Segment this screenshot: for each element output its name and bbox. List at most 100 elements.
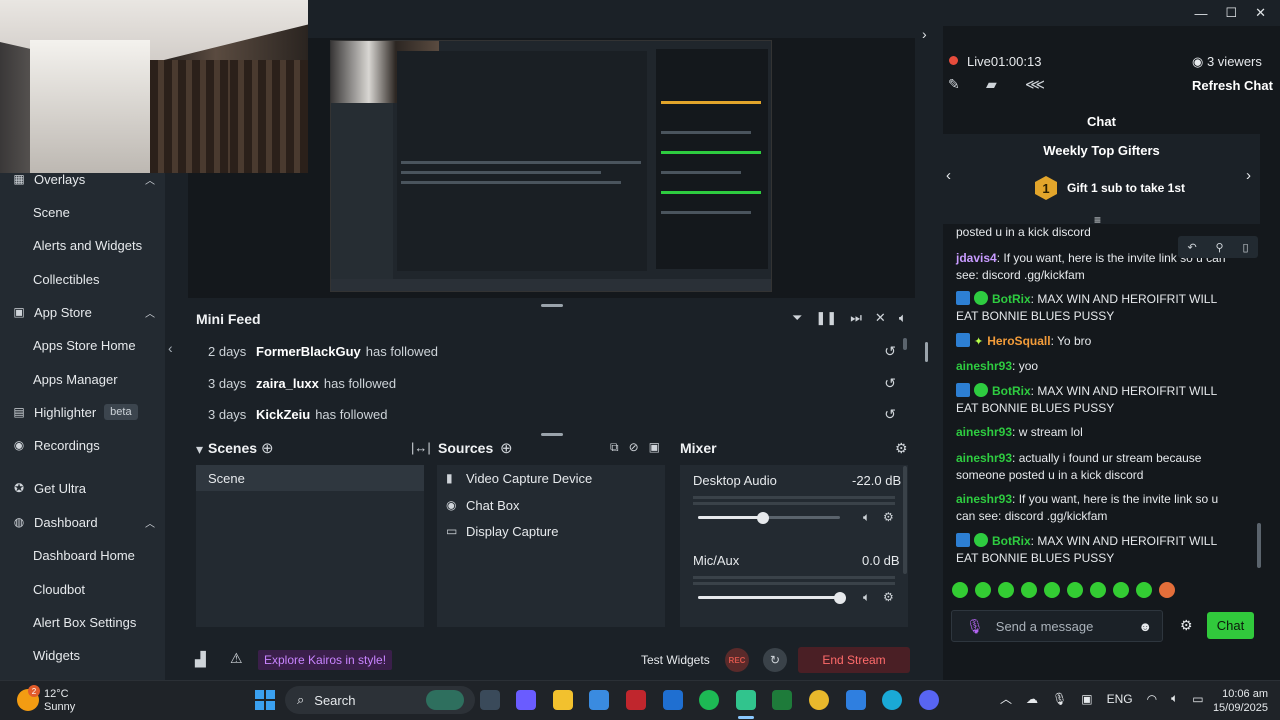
channel-settings-icon[interactable]: ⚙ [883, 510, 894, 524]
file-explorer-icon[interactable] [553, 690, 573, 710]
pause-icon[interactable]: ❚❚ [815, 310, 837, 326]
clip-icon[interactable]: ▰ [986, 76, 997, 93]
add-source-icon[interactable]: ⊕ [500, 439, 513, 457]
spotify-icon[interactable] [699, 690, 719, 710]
test-widgets-button[interactable]: Test Widgets [641, 653, 710, 667]
emoji-icon[interactable]: ☻ [1138, 619, 1152, 634]
chat-scrollbar[interactable] [1257, 523, 1261, 568]
tray-app-icon[interactable]: ▣ [1081, 692, 1092, 706]
stats-icon[interactable]: ▟ [195, 651, 206, 668]
chat-resize-handle[interactable] [925, 342, 928, 362]
sidebar-item-dashboard-home[interactable]: Dashboard Home [0, 540, 165, 570]
source-item[interactable]: ▮ Video Capture Device [446, 468, 592, 488]
repeat-alert-icon[interactable]: ↺ [884, 343, 896, 360]
maximize-icon[interactable]: ☐ [1225, 5, 1237, 21]
mini-feed-scrollbar[interactable] [903, 338, 907, 350]
sidebar-item-apps-manager[interactable]: Apps Manager [0, 364, 165, 394]
wifi-icon[interactable]: ◠ [1147, 692, 1157, 706]
volume-icon[interactable]: 🔈︎ [899, 310, 907, 326]
reply-icon[interactable]: ↶ [1187, 241, 1196, 254]
chevron-left-icon[interactable]: ‹ [946, 167, 951, 184]
sidebar-item-app-store[interactable]: ▣ App Store ︿ [0, 297, 165, 327]
sidebar-item-alert-box-settings[interactable]: Alert Box Settings [0, 607, 165, 637]
taskbar-clock[interactable]: 10:06 am 15/09/2025 [1210, 687, 1268, 715]
emote-icon[interactable] [1159, 582, 1175, 598]
sidebar-collapse-icon[interactable]: ‹ [168, 340, 180, 356]
emote-icon[interactable] [1044, 582, 1060, 598]
volume-slider[interactable] [698, 591, 846, 604]
sidebar-item-recordings[interactable]: ◉ Recordings [0, 430, 165, 460]
volume-slider-knob[interactable] [834, 591, 846, 604]
microphone-icon[interactable]: 🎙︎ [966, 618, 984, 635]
lang-indicator[interactable]: ENG [1107, 692, 1133, 706]
refresh-chat-button[interactable]: Refresh Chat [1192, 78, 1273, 93]
emote-icon[interactable] [1067, 582, 1083, 598]
microsoft-store-icon[interactable] [589, 690, 609, 710]
source-layout-icon[interactable]: ⧉ [610, 440, 619, 455]
weather-widget[interactable]: 12°C Sunny [44, 688, 75, 714]
chat-collapse-icon[interactable]: › [922, 26, 927, 42]
record-button[interactable]: REC [725, 648, 749, 672]
sidebar-item-collectibles[interactable]: Collectibles [0, 264, 165, 294]
emote-icon[interactable] [1021, 582, 1037, 598]
sidebar-item-alerts-widgets[interactable]: Alerts and Widgets [0, 230, 165, 260]
streamlabs-icon[interactable] [736, 690, 756, 710]
replay-buffer-icon[interactable]: ↻ [763, 648, 787, 672]
emote-icon[interactable] [1136, 582, 1152, 598]
end-stream-button[interactable]: End Stream [798, 647, 910, 673]
volume-icon[interactable]: 🔈︎ [1171, 691, 1178, 706]
speaker-icon[interactable]: 🔈︎ [863, 510, 870, 525]
windows-start-icon[interactable] [255, 690, 275, 710]
chat-message-input[interactable]: 🎙︎ Send a message ☻ [951, 610, 1163, 642]
edit-icon[interactable]: ✎ [948, 76, 960, 93]
xbox-icon[interactable] [772, 690, 792, 710]
channel-settings-icon[interactable]: ⚙ [883, 590, 894, 604]
delete-icon[interactable]: ▯ [1242, 241, 1248, 254]
chevron-right-icon[interactable]: › [1246, 167, 1251, 184]
emote-icon[interactable] [975, 582, 991, 598]
sidebar-item-dashboard[interactable]: ◍ Dashboard ︿ [0, 507, 165, 537]
security-icon[interactable] [626, 690, 646, 710]
skip-icon[interactable]: ⏭ [850, 310, 862, 326]
app-icon[interactable] [846, 690, 866, 710]
sidebar-item-widgets[interactable]: Widgets [0, 640, 165, 670]
scenes-menu-icon[interactable]: ▾ [196, 441, 203, 458]
onedrive-icon[interactable]: ☁ [1026, 692, 1038, 706]
mixer-scrollbar[interactable] [903, 466, 907, 574]
source-item[interactable]: ◉ Chat Box [446, 495, 519, 515]
task-view-icon[interactable] [480, 690, 500, 710]
source-folder-icon[interactable]: ▣ [649, 440, 660, 455]
pin-icon[interactable]: ⚲ [1216, 241, 1224, 254]
repeat-alert-icon[interactable]: ↺ [884, 406, 896, 423]
preview-resize-handle[interactable] [541, 304, 563, 307]
emote-icon[interactable] [1090, 582, 1106, 598]
discord-icon[interactable] [919, 690, 939, 710]
microphone-icon[interactable]: 🎙︎ [1052, 692, 1067, 706]
sidebar-item-highlighter[interactable]: ▤ Highlighter beta [0, 397, 165, 427]
volume-slider-knob[interactable] [757, 511, 770, 524]
source-item[interactable]: ▭ Display Capture [446, 521, 559, 541]
sidebar-item-get-ultra[interactable]: ✪ Get Ultra [0, 473, 165, 503]
emote-icon[interactable] [1113, 582, 1129, 598]
outlook-icon[interactable] [663, 690, 683, 710]
copilot-icon[interactable] [516, 690, 536, 710]
mixer-settings-icon[interactable]: ⚙ [895, 440, 908, 457]
stream-preview[interactable] [330, 40, 772, 292]
scene-item[interactable]: Scene [196, 465, 424, 491]
chrome-icon[interactable] [809, 690, 829, 710]
chevron-up-icon[interactable]: ︿ [1000, 690, 1012, 707]
share-icon[interactable]: ⋘ [1025, 76, 1045, 93]
alert-icon[interactable]: ⚠ [230, 650, 243, 667]
volume-slider[interactable] [698, 511, 840, 524]
repeat-alert-icon[interactable]: ↺ [884, 375, 896, 392]
feed-resize-handle[interactable] [541, 433, 563, 436]
kairos-promo-button[interactable]: Explore Kairos in style! [258, 650, 393, 670]
minimize-icon[interactable]: — [1194, 6, 1207, 21]
send-chat-button[interactable]: Chat [1207, 612, 1254, 639]
emote-icon[interactable] [998, 582, 1014, 598]
scene-transition-icon[interactable]: |↔| [411, 440, 431, 455]
sidebar-item-apps-store-home[interactable]: Apps Store Home [0, 330, 165, 360]
filter-icon[interactable]: ⏷ [792, 310, 802, 326]
close-icon[interactable]: ✕ [1255, 5, 1266, 21]
source-cursor-icon[interactable]: ⊘ [629, 440, 639, 455]
